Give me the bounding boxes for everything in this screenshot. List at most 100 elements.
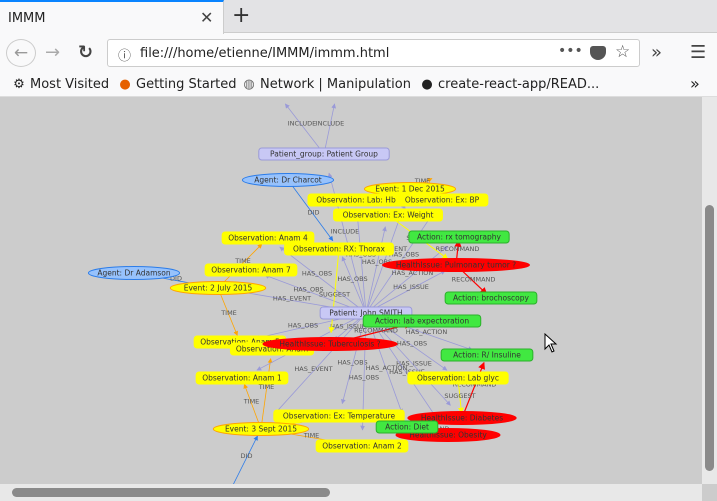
edge-label: HAS_OBS bbox=[397, 340, 427, 348]
node-label: Observation: Lab glyc bbox=[417, 374, 499, 383]
node-action[interactable]: Action: rx tomography bbox=[408, 230, 510, 244]
bookmarks-overflow-icon[interactable]: » bbox=[690, 74, 700, 93]
url-input[interactable]: file:///home/etienne/IMMM/immm.html bbox=[140, 46, 389, 61]
menu-icon[interactable]: ☰ bbox=[690, 42, 706, 63]
edge-label: SUGGEST bbox=[444, 392, 475, 400]
edge-did[interactable]: DID bbox=[232, 435, 258, 484]
node-label: Observation: Ex: Temperature bbox=[283, 412, 396, 421]
node-health-issue[interactable]: HealthIssue: Tuberculosis ? bbox=[262, 337, 398, 351]
new-tab-icon[interactable]: + bbox=[232, 3, 250, 28]
edge-label: HAS_EVENT bbox=[294, 365, 332, 373]
edge-label: DID bbox=[241, 452, 253, 460]
edge-label: HAS_ISSUE bbox=[393, 283, 429, 291]
bookmarks-bar: ⚙ Most Visited ● Getting Started ◍ Network … bbox=[0, 72, 717, 97]
node-observation[interactable]: Observation: Anam 4 bbox=[221, 231, 315, 245]
url-bar[interactable]: ⓘ file:///home/etienne/IMMM/immm.html ••… bbox=[107, 39, 640, 67]
node-action[interactable]: Action: Diet bbox=[375, 420, 439, 434]
node-label: Observation: Lab: Hb bbox=[316, 196, 396, 205]
node-agent[interactable]: Agent: Dr Adamson bbox=[87, 266, 181, 280]
nav-bar: ← → ↻ ⓘ file:///home/etienne/IMMM/immm.h… bbox=[0, 34, 717, 72]
edge-label: HAS_OBS bbox=[288, 322, 318, 330]
pocket-icon[interactable] bbox=[590, 46, 606, 60]
node-observation[interactable]: Observation: Ex: Weight bbox=[333, 208, 443, 222]
node-patient[interactable]: Patient_group: Patient Group bbox=[258, 147, 390, 161]
node-label: Observation: Anam 2 bbox=[322, 442, 402, 451]
node-label: Agent: Dr Adamson bbox=[97, 269, 171, 278]
node-action[interactable]: Action: lab expectoration bbox=[362, 314, 482, 328]
tab-title: IMMM bbox=[8, 11, 46, 26]
reload-icon[interactable]: ↻ bbox=[78, 42, 93, 63]
edge-include[interactable]: INCLUDE bbox=[316, 103, 345, 155]
node-label: Action: brochoscopy bbox=[453, 294, 530, 303]
node-label: Event: 1 Dec 2015 bbox=[375, 185, 445, 194]
vertical-scrollbar[interactable] bbox=[702, 97, 717, 484]
node-observation[interactable]: Observation: Anam 7 bbox=[204, 263, 298, 277]
horizontal-scroll-thumb[interactable] bbox=[12, 488, 330, 497]
node-observation[interactable]: Observation: RX: Thorax bbox=[284, 242, 394, 256]
forward-icon[interactable]: → bbox=[45, 42, 60, 63]
more-icon[interactable]: ••• bbox=[558, 43, 583, 59]
node-label: Action: Diet bbox=[385, 423, 429, 432]
node-agent[interactable]: Agent: Dr Charcot bbox=[241, 173, 335, 187]
edge-line bbox=[260, 358, 273, 430]
horizontal-scrollbar[interactable] bbox=[0, 484, 702, 501]
node-event[interactable]: Event: 2 July 2015 bbox=[169, 281, 267, 295]
globe-icon: ◍ bbox=[243, 77, 255, 92]
edge-label: HAS_OBS bbox=[302, 270, 332, 278]
edge-label: HAS_OBS bbox=[349, 374, 379, 382]
edge-label: DID bbox=[308, 209, 320, 217]
gear-icon: ⚙ bbox=[13, 77, 25, 92]
node-label: Agent: Dr Charcot bbox=[254, 176, 322, 185]
vertical-scroll-thumb[interactable] bbox=[705, 205, 714, 471]
edge-time[interactable]: TIME bbox=[258, 358, 275, 430]
network-graph[interactable]: INCLUDE INCLUDEINCLUDEDIDDIDDIDTIMETIMETI… bbox=[0, 97, 702, 484]
node-label: Event: 2 July 2015 bbox=[184, 284, 253, 293]
node-label: Observation: RX: Thorax bbox=[293, 245, 385, 254]
tab-bar: IMMM ✕ + bbox=[0, 0, 717, 34]
bookmark-most-visited[interactable]: ⚙ Most Visited bbox=[12, 77, 109, 92]
edge-label: INCLUDE bbox=[331, 228, 360, 236]
node-label: Observation: Anam 1 bbox=[202, 374, 282, 383]
node-label: Observation: Anam 4 bbox=[228, 234, 308, 243]
node-observation[interactable]: Observation: Ex: BP bbox=[395, 193, 489, 207]
edge-label: RECOMMAND bbox=[436, 245, 480, 253]
edge-label: HAS_EVENT bbox=[273, 295, 311, 303]
edge-label: SUGGEST bbox=[319, 291, 350, 299]
node-label: Observation: Ex: Weight bbox=[343, 211, 434, 220]
tab-immm[interactable]: IMMM ✕ bbox=[0, 0, 224, 34]
edge-label: HAS_OBS bbox=[337, 275, 367, 283]
edge-label: TIME bbox=[243, 398, 260, 406]
close-tab-icon[interactable]: ✕ bbox=[200, 8, 213, 27]
node-label: Observation: Anam 7 bbox=[211, 266, 291, 275]
node-observation[interactable]: Observation: Lab: Hb bbox=[307, 193, 405, 207]
edge-include[interactable]: INCLUDE bbox=[284, 103, 325, 155]
node-action[interactable]: Action: R/ Insuline bbox=[440, 348, 534, 362]
node-observation[interactable]: Observation: Lab glyc bbox=[407, 371, 509, 385]
overflow-icon[interactable]: » bbox=[651, 42, 662, 63]
firefox-icon: ● bbox=[119, 77, 131, 92]
github-icon: ● bbox=[421, 77, 433, 92]
edge-line bbox=[284, 103, 325, 155]
node-action[interactable]: Action: brochoscopy bbox=[444, 291, 538, 305]
edge-label: INCLUDE bbox=[288, 120, 317, 128]
bookmark-create-react-app[interactable]: ● create-react-app/READ... bbox=[420, 77, 599, 92]
bookmark-network[interactable]: ◍ Network | Manipulation bbox=[242, 77, 411, 92]
node-observation[interactable]: Observation: Ex: Temperature bbox=[273, 409, 405, 423]
edge-label: INCLUDE bbox=[316, 120, 345, 128]
node-health-issue[interactable]: HealthIssue: Pulmonary tumor ? bbox=[382, 258, 530, 272]
bookmark-getting-started[interactable]: ● Getting Started bbox=[118, 77, 236, 92]
edge-has-obs[interactable]: HAS_OBS bbox=[362, 226, 392, 314]
info-icon[interactable]: ⓘ bbox=[118, 45, 131, 64]
node-observation[interactable]: Observation: Anam 1 bbox=[195, 371, 289, 385]
node-event[interactable]: Event: 3 Sept 2015 bbox=[212, 422, 310, 436]
edge-line bbox=[323, 103, 337, 155]
mouse-cursor-icon bbox=[544, 333, 558, 353]
back-icon[interactable]: ← bbox=[6, 39, 36, 67]
edge-time[interactable]: TIME bbox=[217, 287, 238, 336]
edge-label: HAS_ACTION bbox=[406, 328, 448, 336]
bookmark-star-icon[interactable]: ☆ bbox=[615, 42, 630, 62]
edge-label: RECOMMAND bbox=[452, 276, 496, 284]
node-observation[interactable]: Observation: Anam 2 bbox=[315, 439, 409, 453]
edge-label: HAS_ACTION bbox=[366, 364, 408, 372]
node-label: HealthIssue: Tuberculosis ? bbox=[279, 340, 380, 349]
